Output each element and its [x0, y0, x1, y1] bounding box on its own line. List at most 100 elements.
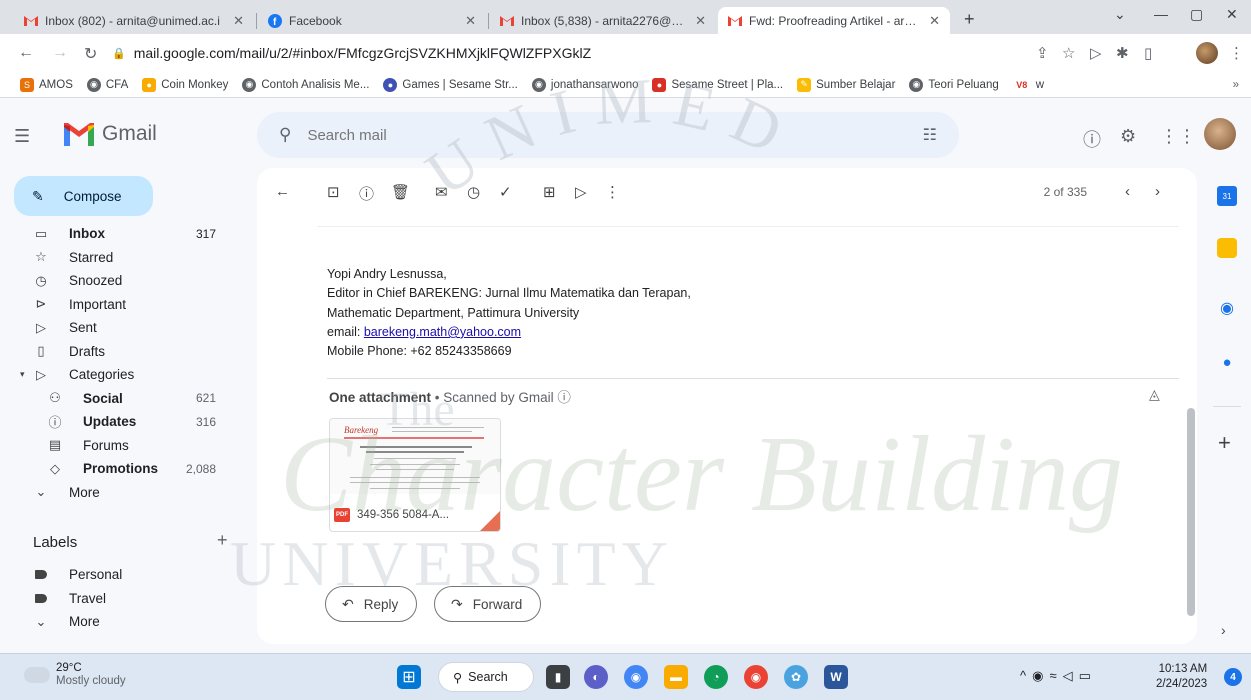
- account-avatar[interactable]: [1204, 118, 1236, 150]
- tab-search-icon[interactable]: ⌄: [1114, 6, 1126, 23]
- new-tab-button[interactable]: +: [964, 9, 975, 30]
- show-side-panel-icon[interactable]: ›: [1221, 622, 1226, 638]
- reply-button[interactable]: ↶ Reply: [325, 586, 418, 622]
- add-to-tasks-icon[interactable]: ✓: [499, 183, 512, 201]
- sidebar-item-categories[interactable]: ▾ ▷ Categories: [0, 363, 250, 387]
- task-view-icon[interactable]: ▮: [546, 665, 570, 689]
- url-field[interactable]: 🔒 mail.google.com/mail/u/2/#inbox/FMfcgz…: [112, 39, 992, 67]
- info-icon[interactable]: ⓘ: [557, 390, 571, 405]
- gmail-logo[interactable]: Gmail: [64, 122, 157, 146]
- older-message-icon[interactable]: ›: [1155, 183, 1160, 200]
- sidebar-item-inbox[interactable]: ▭ Inbox 317: [0, 222, 250, 246]
- sidebar-item-sent[interactable]: ▷ Sent: [0, 316, 250, 340]
- add-to-drive-icon[interactable]: ◬: [1149, 386, 1160, 403]
- chat-icon[interactable]: ◐: [584, 665, 608, 689]
- bookmark-cfa[interactable]: ◉ CFA: [86, 77, 128, 92]
- share-icon[interactable]: ⇪: [1036, 44, 1049, 62]
- clock[interactable]: 10:13 AM 2/24/2023: [1156, 662, 1207, 692]
- browser-tab-facebook[interactable]: f Facebook ✕: [258, 7, 486, 34]
- taskbar-search[interactable]: ⚲ Search: [438, 662, 534, 692]
- edge-icon[interactable]: ◔: [704, 665, 728, 689]
- search-bar[interactable]: ⚲ ☷: [257, 112, 959, 158]
- reload-button[interactable]: ↻: [84, 44, 97, 64]
- sidebar-item-forums[interactable]: ▤ Forums: [0, 434, 250, 458]
- chrome-profile-icon[interactable]: ◉: [744, 665, 768, 689]
- more-options-icon[interactable]: ⋮: [605, 183, 620, 201]
- main-menu-icon[interactable]: ☰: [14, 126, 30, 147]
- extension-play-icon[interactable]: ▷: [1090, 44, 1102, 62]
- photos-icon[interactable]: ✿: [784, 665, 808, 689]
- file-explorer-icon[interactable]: ▬: [664, 665, 688, 689]
- sidebar-item-promotions[interactable]: ◇ Promotions 2,088: [0, 457, 250, 481]
- labels-icon[interactable]: ▷: [575, 183, 587, 201]
- bookmark-games-sesame[interactable]: ● Games | Sesame Str...: [383, 77, 518, 92]
- system-tray-icons[interactable]: ^◉≈◁▭: [1020, 668, 1097, 684]
- browser-profile-avatar[interactable]: [1196, 42, 1218, 64]
- delete-icon[interactable]: 🗑: [391, 183, 410, 201]
- sidebar-item-snoozed[interactable]: ◷ Snoozed: [0, 269, 250, 293]
- sidebar-item-starred[interactable]: ☆ Starred: [0, 246, 250, 270]
- minimize-button[interactable]: —: [1154, 6, 1168, 22]
- label-item-personal[interactable]: Personal: [0, 563, 250, 587]
- word-icon[interactable]: W: [824, 665, 848, 689]
- contacts-icon[interactable]: ●: [1217, 352, 1237, 372]
- tab-close-icon[interactable]: ✕: [929, 13, 940, 29]
- browser-tab-inbox-gmail[interactable]: Inbox (5,838) - arnita2276@gmai ✕: [490, 7, 716, 34]
- label-item-more[interactable]: ⌄ More: [0, 610, 250, 634]
- back-button[interactable]: ←: [18, 44, 34, 62]
- create-label-button[interactable]: +: [217, 530, 228, 551]
- newer-message-icon[interactable]: ‹: [1125, 183, 1130, 200]
- search-input[interactable]: [307, 126, 959, 144]
- message-scrollbar[interactable]: [1187, 408, 1195, 616]
- back-to-inbox-icon[interactable]: ←: [275, 183, 290, 200]
- bookmark-jonathansarwono[interactable]: ◉ jonathansarwono: [531, 77, 638, 92]
- sidebar-item-important[interactable]: ⊳ Important: [0, 293, 250, 317]
- bookmark-teori-peluang[interactable]: ◉ Teori Peluang: [909, 77, 999, 92]
- keep-icon[interactable]: [1217, 238, 1237, 258]
- attachment-card[interactable]: Barekeng PDF 349-356 5084-A...: [329, 418, 501, 532]
- mark-unread-icon[interactable]: ✉: [435, 183, 448, 201]
- forward-nav-button[interactable]: →: [52, 44, 68, 62]
- bookmark-sesame-street[interactable]: ● Sesame Street | Pla...: [652, 77, 783, 92]
- search-options-icon[interactable]: ☷: [923, 125, 937, 145]
- compose-button[interactable]: ✎ Compose: [14, 176, 153, 216]
- signature-email-link[interactable]: barekeng.math@yahoo.com: [364, 325, 521, 339]
- bookmark-star-icon[interactable]: ☆: [1062, 44, 1075, 62]
- sidebar-item-updates[interactable]: ⓘ Updates 316: [0, 410, 250, 434]
- archive-icon[interactable]: ⊡: [327, 183, 340, 201]
- tab-close-icon[interactable]: ✕: [695, 13, 706, 29]
- search-icon[interactable]: ⚲: [279, 125, 291, 145]
- apps-grid-icon[interactable]: ⋮⋮: [1160, 126, 1196, 147]
- bookmark-coin-monkey[interactable]: ● Coin Monkey: [142, 77, 228, 92]
- notification-badge[interactable]: 4: [1224, 668, 1242, 686]
- bookmark-contoh-analisis[interactable]: ◉ Contoh Analisis Me...: [242, 77, 369, 92]
- settings-gear-icon[interactable]: ⚙: [1120, 126, 1136, 147]
- calendar-icon[interactable]: 31: [1217, 186, 1237, 206]
- sidebar-item-more[interactable]: ⌄ More: [0, 481, 250, 505]
- tab-close-icon[interactable]: ✕: [233, 13, 244, 29]
- bookmarks-overflow-icon[interactable]: »: [1233, 79, 1239, 91]
- label-item-travel[interactable]: Travel: [0, 587, 250, 611]
- get-addons-button[interactable]: +: [1218, 430, 1231, 456]
- browser-menu-icon[interactable]: ⋮: [1229, 44, 1244, 62]
- report-spam-icon[interactable]: ⓘ: [359, 183, 374, 204]
- bookmark-amos[interactable]: S AMOS: [20, 77, 73, 92]
- sidebar-item-drafts[interactable]: ▯ Drafts: [0, 340, 250, 364]
- bookmark-sumber-belajar[interactable]: ✎ Sumber Belajar: [797, 77, 895, 92]
- bookmark-w[interactable]: V8 w: [1012, 77, 1044, 92]
- restore-button[interactable]: ▢: [1190, 6, 1203, 23]
- chrome-icon[interactable]: ◉: [624, 665, 648, 689]
- help-icon[interactable]: ⓘ: [1083, 126, 1101, 152]
- caret-down-icon[interactable]: ▾: [20, 369, 25, 380]
- start-windows-icon[interactable]: ⊞: [397, 665, 421, 689]
- weather-widget[interactable]: 29°C Mostly cloudy: [24, 662, 126, 688]
- forward-button[interactable]: ↷ Forward: [434, 586, 542, 622]
- move-to-icon[interactable]: ⊞: [543, 183, 556, 201]
- browser-tab-inbox-unimed[interactable]: Inbox (802) - arnita@unimed.ac.i ✕: [14, 7, 254, 34]
- close-window-button[interactable]: ✕: [1226, 6, 1238, 23]
- tab-close-icon[interactable]: ✕: [465, 13, 476, 29]
- snooze-icon[interactable]: ◷: [467, 183, 480, 201]
- tasks-icon[interactable]: ◉: [1217, 298, 1237, 318]
- sidebar-item-social[interactable]: ⚇ Social 621: [0, 387, 250, 411]
- browser-tab-active[interactable]: Fwd: Proofreading Artikel - arnita ✕: [718, 7, 950, 34]
